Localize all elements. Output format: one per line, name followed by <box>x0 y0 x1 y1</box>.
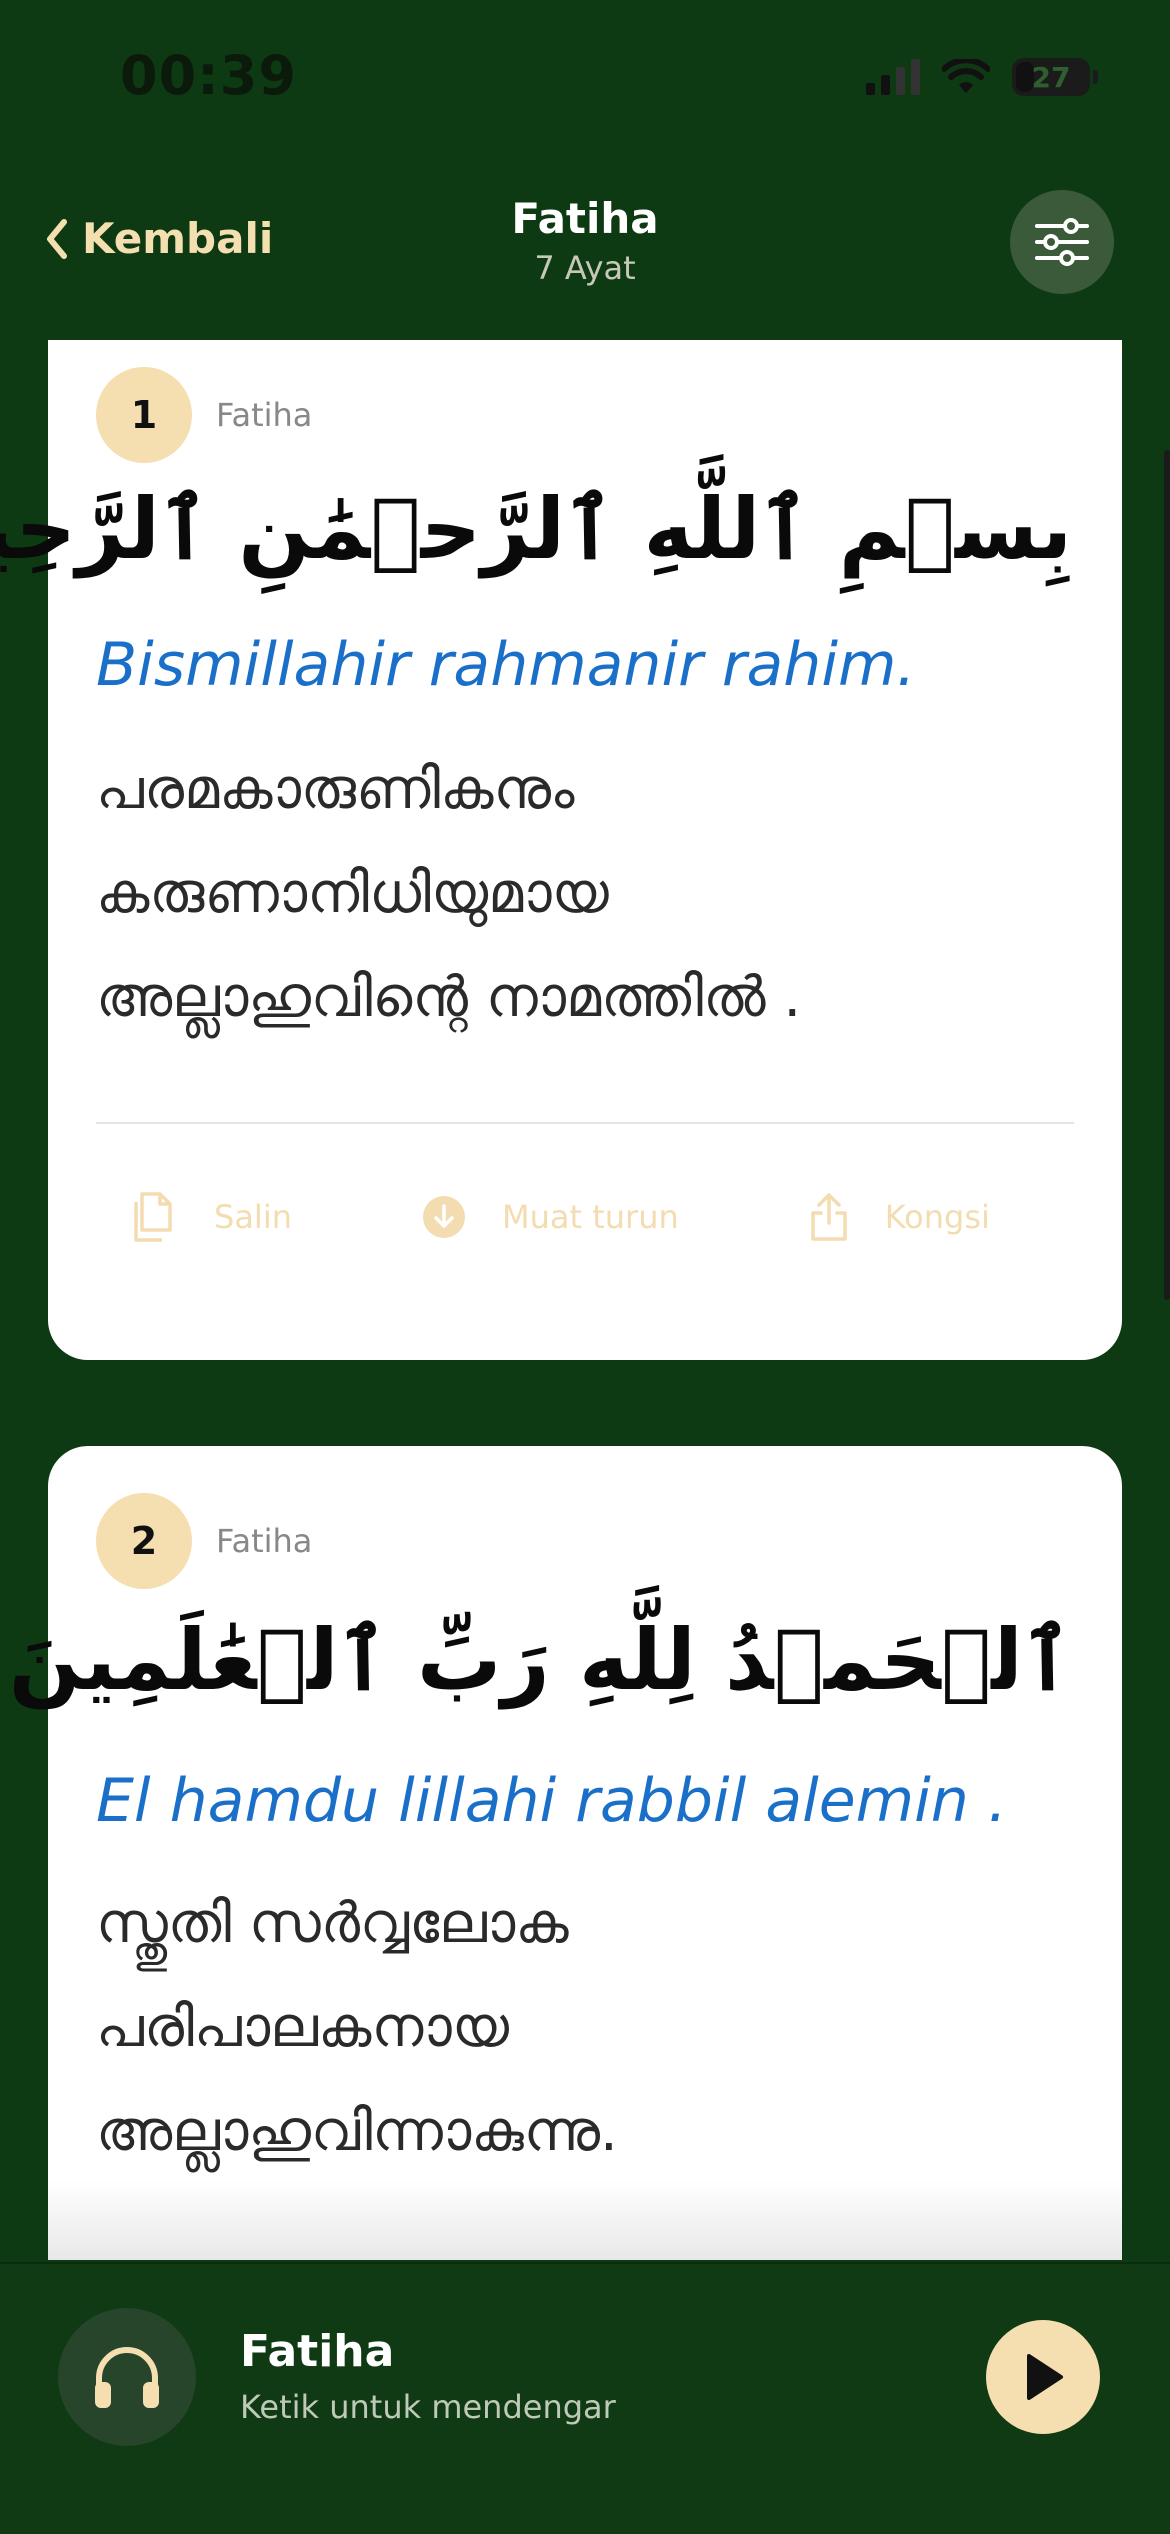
share-button[interactable]: Kongsi <box>809 1191 990 1243</box>
player-artwork <box>58 2308 196 2446</box>
page-subtitle: 7 Ayat <box>534 249 636 287</box>
copy-button[interactable]: Salin <box>130 1190 292 1244</box>
play-button[interactable] <box>986 2320 1100 2434</box>
verse-number-badge: 2 <box>96 1493 192 1589</box>
player-subtitle: Ketik untuk mendengar <box>240 2388 616 2426</box>
chevron-left-icon <box>47 218 67 259</box>
scrollbar[interactable] <box>1164 450 1170 1300</box>
verse-surah-label: Fatiha <box>216 1522 313 1560</box>
battery-level: 27 <box>1031 60 1071 94</box>
card-divider <box>96 1122 1074 1124</box>
translation-line: അല്ലാഹുവിന്നാകുന്നു. <box>96 2099 618 2164</box>
copy-label: Salin <box>214 1198 292 1236</box>
verse-list[interactable]: 1 Fatiha بِسۡمِ ٱللَّهِ ٱلرَّحۡمَٰنِ ٱلر… <box>0 340 1170 2260</box>
back-button[interactable]: Kembali <box>44 214 273 263</box>
verse-card: 2 Fatiha ٱلۡحَمۡدُ لِلَّهِ رَبِّ ٱلۡعَٰل… <box>8 1446 1122 2260</box>
page-title: Fatiha <box>511 194 659 243</box>
wifi-icon <box>942 59 990 93</box>
page-title-group: Fatiha 7 Ayat <box>385 194 785 287</box>
status-bar: 00:39 27 <box>0 0 1170 150</box>
back-label: Kembali <box>82 214 274 263</box>
sliders-icon <box>1035 218 1089 266</box>
translation-line: പരമകാരുണികനും <box>96 757 575 822</box>
translation-text: സ്തുതി സർവ്വലോക പരിപാലകനായ അല്ലാഹുവിന്നാ… <box>96 1872 982 2184</box>
download-label: Muat turun <box>501 1198 679 1236</box>
copy-icon <box>134 1192 172 1242</box>
share-label: Kongsi <box>884 1198 990 1236</box>
translation-line: സ്തുതി സർവ്വലോക <box>96 1891 569 1956</box>
verse-actions: Salin Muat turun Kongsi <box>96 1172 1074 1262</box>
verse-card: 1 Fatiha بِسۡمِ ٱللَّهِ ٱلرَّحۡمَٰنِ ٱلر… <box>0 340 1122 1360</box>
status-icons: 27 <box>866 52 1098 102</box>
verse-number-badge: 1 <box>96 367 192 463</box>
translation-line: കരുണാനിധിയുമായ <box>96 861 609 926</box>
download-button[interactable]: Muat turun <box>422 1195 679 1239</box>
nav-header: Kembali Fatiha 7 Ayat <box>0 180 1170 300</box>
transliteration-text: Bismillahir rahmanir rahim. <box>96 630 916 700</box>
settings-button[interactable] <box>1010 190 1114 294</box>
audio-player-bar[interactable]: Fatiha Ketik untuk mendengar <box>0 2262 1170 2534</box>
scroll-fade <box>48 2180 1122 2260</box>
transliteration-text: El hamdu lillahi rabbil alemin . <box>96 1766 1007 1836</box>
verse-surah-label: Fatiha <box>216 396 313 434</box>
cellular-signal-icon <box>866 59 920 95</box>
translation-text: പരമകാരുണികനും കരുണാനിധിയുമായ അല്ലാഹുവിന്… <box>96 738 982 1050</box>
status-time: 00:39 <box>120 44 297 107</box>
download-icon <box>422 1196 465 1238</box>
player-title: Fatiha <box>240 2326 395 2377</box>
share-icon <box>811 1193 847 1241</box>
translation-line: അല്ലാഹുവിന്റെ നാമത്തിൽ . <box>96 965 802 1030</box>
battery-icon: 27 <box>1012 58 1098 96</box>
headphones-icon <box>95 2347 159 2408</box>
play-icon <box>1027 2354 1063 2400</box>
arabic-text: بِسۡمِ ٱللَّهِ ٱلرَّحۡمَٰنِ ٱلرَّحِيمِ <box>0 480 1072 578</box>
arabic-text: ٱلۡحَمۡدُ لِلَّهِ رَبِّ ٱلۡعَٰلَمِينَ <box>8 1611 1072 1709</box>
translation-line: പരിപാലകനായ <box>96 1995 509 2060</box>
